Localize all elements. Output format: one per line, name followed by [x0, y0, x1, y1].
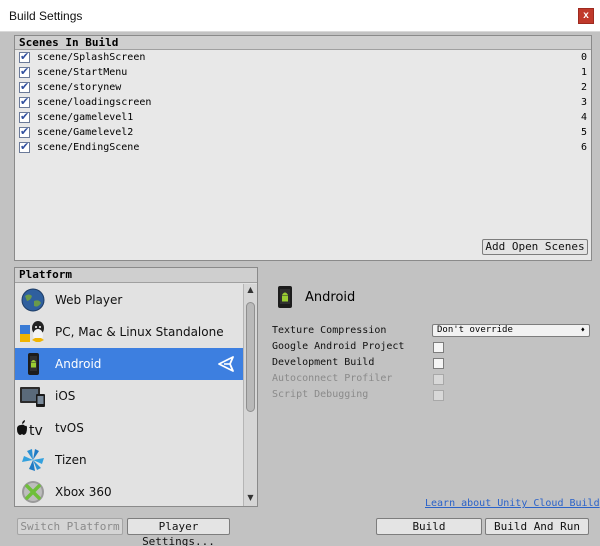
scene-name: scene/storynew: [37, 82, 122, 93]
scroll-up-arrow-icon[interactable]: ▲: [244, 284, 257, 296]
scene-list: ✔ scene/SplashScreen 0 ✔ scene/StartMenu 1 ✔ sc…: [15, 50, 591, 155]
scene-index: 3: [580, 97, 587, 108]
platform-item-standalone[interactable]: PC, Mac & Linux Standalone: [15, 316, 243, 348]
platform-item-web-player[interactable]: Web Player: [15, 284, 243, 316]
scene-checkbox[interactable]: ✔: [19, 125, 30, 138]
platform-item-tvos[interactable]: tv tvOS: [15, 412, 243, 444]
scene-index: 0: [580, 52, 587, 63]
platform-item-ios[interactable]: iOS: [15, 380, 243, 412]
texture-compression-label: Texture Compression: [272, 325, 387, 336]
platform-item-label: Tizen: [55, 453, 87, 467]
android-header-icon: [278, 286, 292, 308]
checkmark-icon: ✔: [20, 95, 30, 108]
platform-item-xbox-360[interactable]: Xbox 360: [15, 476, 243, 506]
scene-row[interactable]: ✔ scene/EndingScene 6: [15, 140, 591, 155]
scene-row[interactable]: ✔ scene/Gamelevel2 5: [15, 125, 591, 140]
dropdown-arrows-icon: ♦: [580, 326, 585, 334]
unity-logo-icon: [218, 356, 234, 372]
scene-name: scene/gamelevel1: [37, 112, 134, 123]
platform-header: Platform: [15, 268, 257, 283]
tizen-icon: [22, 449, 44, 471]
platform-item-label: tvOS: [55, 421, 84, 435]
autoconnect-profiler-label: Autoconnect Profiler: [272, 373, 393, 384]
switch-platform-button: Switch Platform: [17, 518, 123, 535]
google-android-project-label: Google Android Project: [272, 341, 405, 352]
checkmark-icon: ✔: [20, 80, 30, 93]
add-open-scenes-button[interactable]: Add Open Scenes: [482, 239, 588, 255]
platform-panel: Platform Web Player PC, Mac & Linux Stan…: [14, 267, 258, 507]
web-player-globe-icon: [21, 288, 45, 312]
build-settings-content: Scenes In Build ✔ scene/SplashScreen 0 ✔ sce…: [0, 32, 600, 546]
scene-index: 2: [580, 82, 587, 93]
close-button[interactable]: x: [578, 8, 594, 24]
android-icon: [28, 353, 39, 375]
scene-name: scene/SplashScreen: [37, 52, 146, 63]
title-bar: Build Settings x: [0, 0, 600, 32]
checkmark-icon: ✔: [20, 140, 30, 153]
google-android-project-checkbox[interactable]: [433, 342, 444, 353]
scene-row[interactable]: ✔ scene/storynew 2: [15, 80, 591, 95]
unity-cloud-build-link[interactable]: Learn about Unity Cloud Build: [425, 498, 600, 509]
platform-item-tizen[interactable]: Tizen: [15, 444, 243, 476]
standalone-icon: [20, 321, 44, 342]
svg-text:tv: tv: [29, 423, 43, 438]
autoconnect-profiler-checkbox: [433, 374, 444, 385]
scene-row[interactable]: ✔ scene/SplashScreen 0: [15, 50, 591, 65]
player-settings-button[interactable]: Player Settings...: [127, 518, 230, 546]
apple-tv-icon: tv: [17, 420, 43, 438]
scene-name: scene/Gamelevel2: [37, 127, 134, 138]
scene-checkbox[interactable]: ✔: [19, 110, 30, 123]
ios-device-icon: [20, 387, 45, 407]
scene-row[interactable]: ✔ scene/gamelevel1 4: [15, 110, 591, 125]
platform-item-android[interactable]: Android: [15, 348, 243, 380]
scene-name: scene/StartMenu: [37, 67, 128, 78]
scroll-thumb[interactable]: [246, 302, 255, 412]
scenes-in-build-header: Scenes In Build: [15, 36, 591, 50]
scene-checkbox[interactable]: ✔: [19, 140, 30, 153]
scene-checkbox[interactable]: ✔: [19, 65, 30, 78]
checkmark-icon: ✔: [20, 125, 30, 138]
checkmark-icon: ✔: [20, 110, 30, 123]
development-build-checkbox[interactable]: [433, 358, 444, 369]
build-and-run-button[interactable]: Build And Run: [485, 518, 589, 535]
window-title: Build Settings: [9, 9, 83, 23]
scene-checkbox[interactable]: ✔: [19, 95, 30, 108]
scenes-in-build-panel: Scenes In Build ✔ scene/SplashScreen 0 ✔ sce…: [14, 35, 592, 261]
platform-item-label: PC, Mac & Linux Standalone: [55, 325, 224, 339]
xbox-icon: [22, 481, 44, 503]
scene-name: scene/loadingscreen: [37, 97, 152, 108]
platform-item-label: Android: [55, 357, 102, 371]
texture-compression-value: Don't override: [437, 325, 513, 335]
script-debugging-label: Script Debugging: [272, 389, 369, 400]
checkmark-icon: ✔: [20, 65, 30, 78]
scene-row[interactable]: ✔ scene/StartMenu 1: [15, 65, 591, 80]
platform-item-label: iOS: [55, 389, 76, 403]
scene-index: 5: [580, 127, 587, 138]
build-button[interactable]: Build: [376, 518, 482, 535]
scene-name: scene/EndingScene: [37, 142, 140, 153]
platform-settings-area: Android Texture Compression Don't overri…: [262, 267, 592, 507]
scene-index: 4: [580, 112, 587, 123]
scene-checkbox[interactable]: ✔: [19, 50, 30, 63]
scene-checkbox[interactable]: ✔: [19, 80, 30, 93]
scene-index: 1: [580, 67, 587, 78]
checkmark-icon: ✔: [20, 50, 30, 63]
scroll-down-arrow-icon[interactable]: ▼: [244, 492, 257, 504]
texture-compression-dropdown[interactable]: Don't override ♦: [432, 324, 590, 337]
development-build-label: Development Build: [272, 357, 375, 368]
scene-row[interactable]: ✔ scene/loadingscreen 3: [15, 95, 591, 110]
scene-index: 6: [580, 142, 587, 153]
platform-item-label: Xbox 360: [55, 485, 112, 499]
platform-list-scrollbar[interactable]: ▲ ▼: [243, 284, 257, 506]
selected-platform-title: Android: [305, 290, 356, 305]
platform-item-label: Web Player: [55, 293, 123, 307]
script-debugging-checkbox: [433, 390, 444, 401]
